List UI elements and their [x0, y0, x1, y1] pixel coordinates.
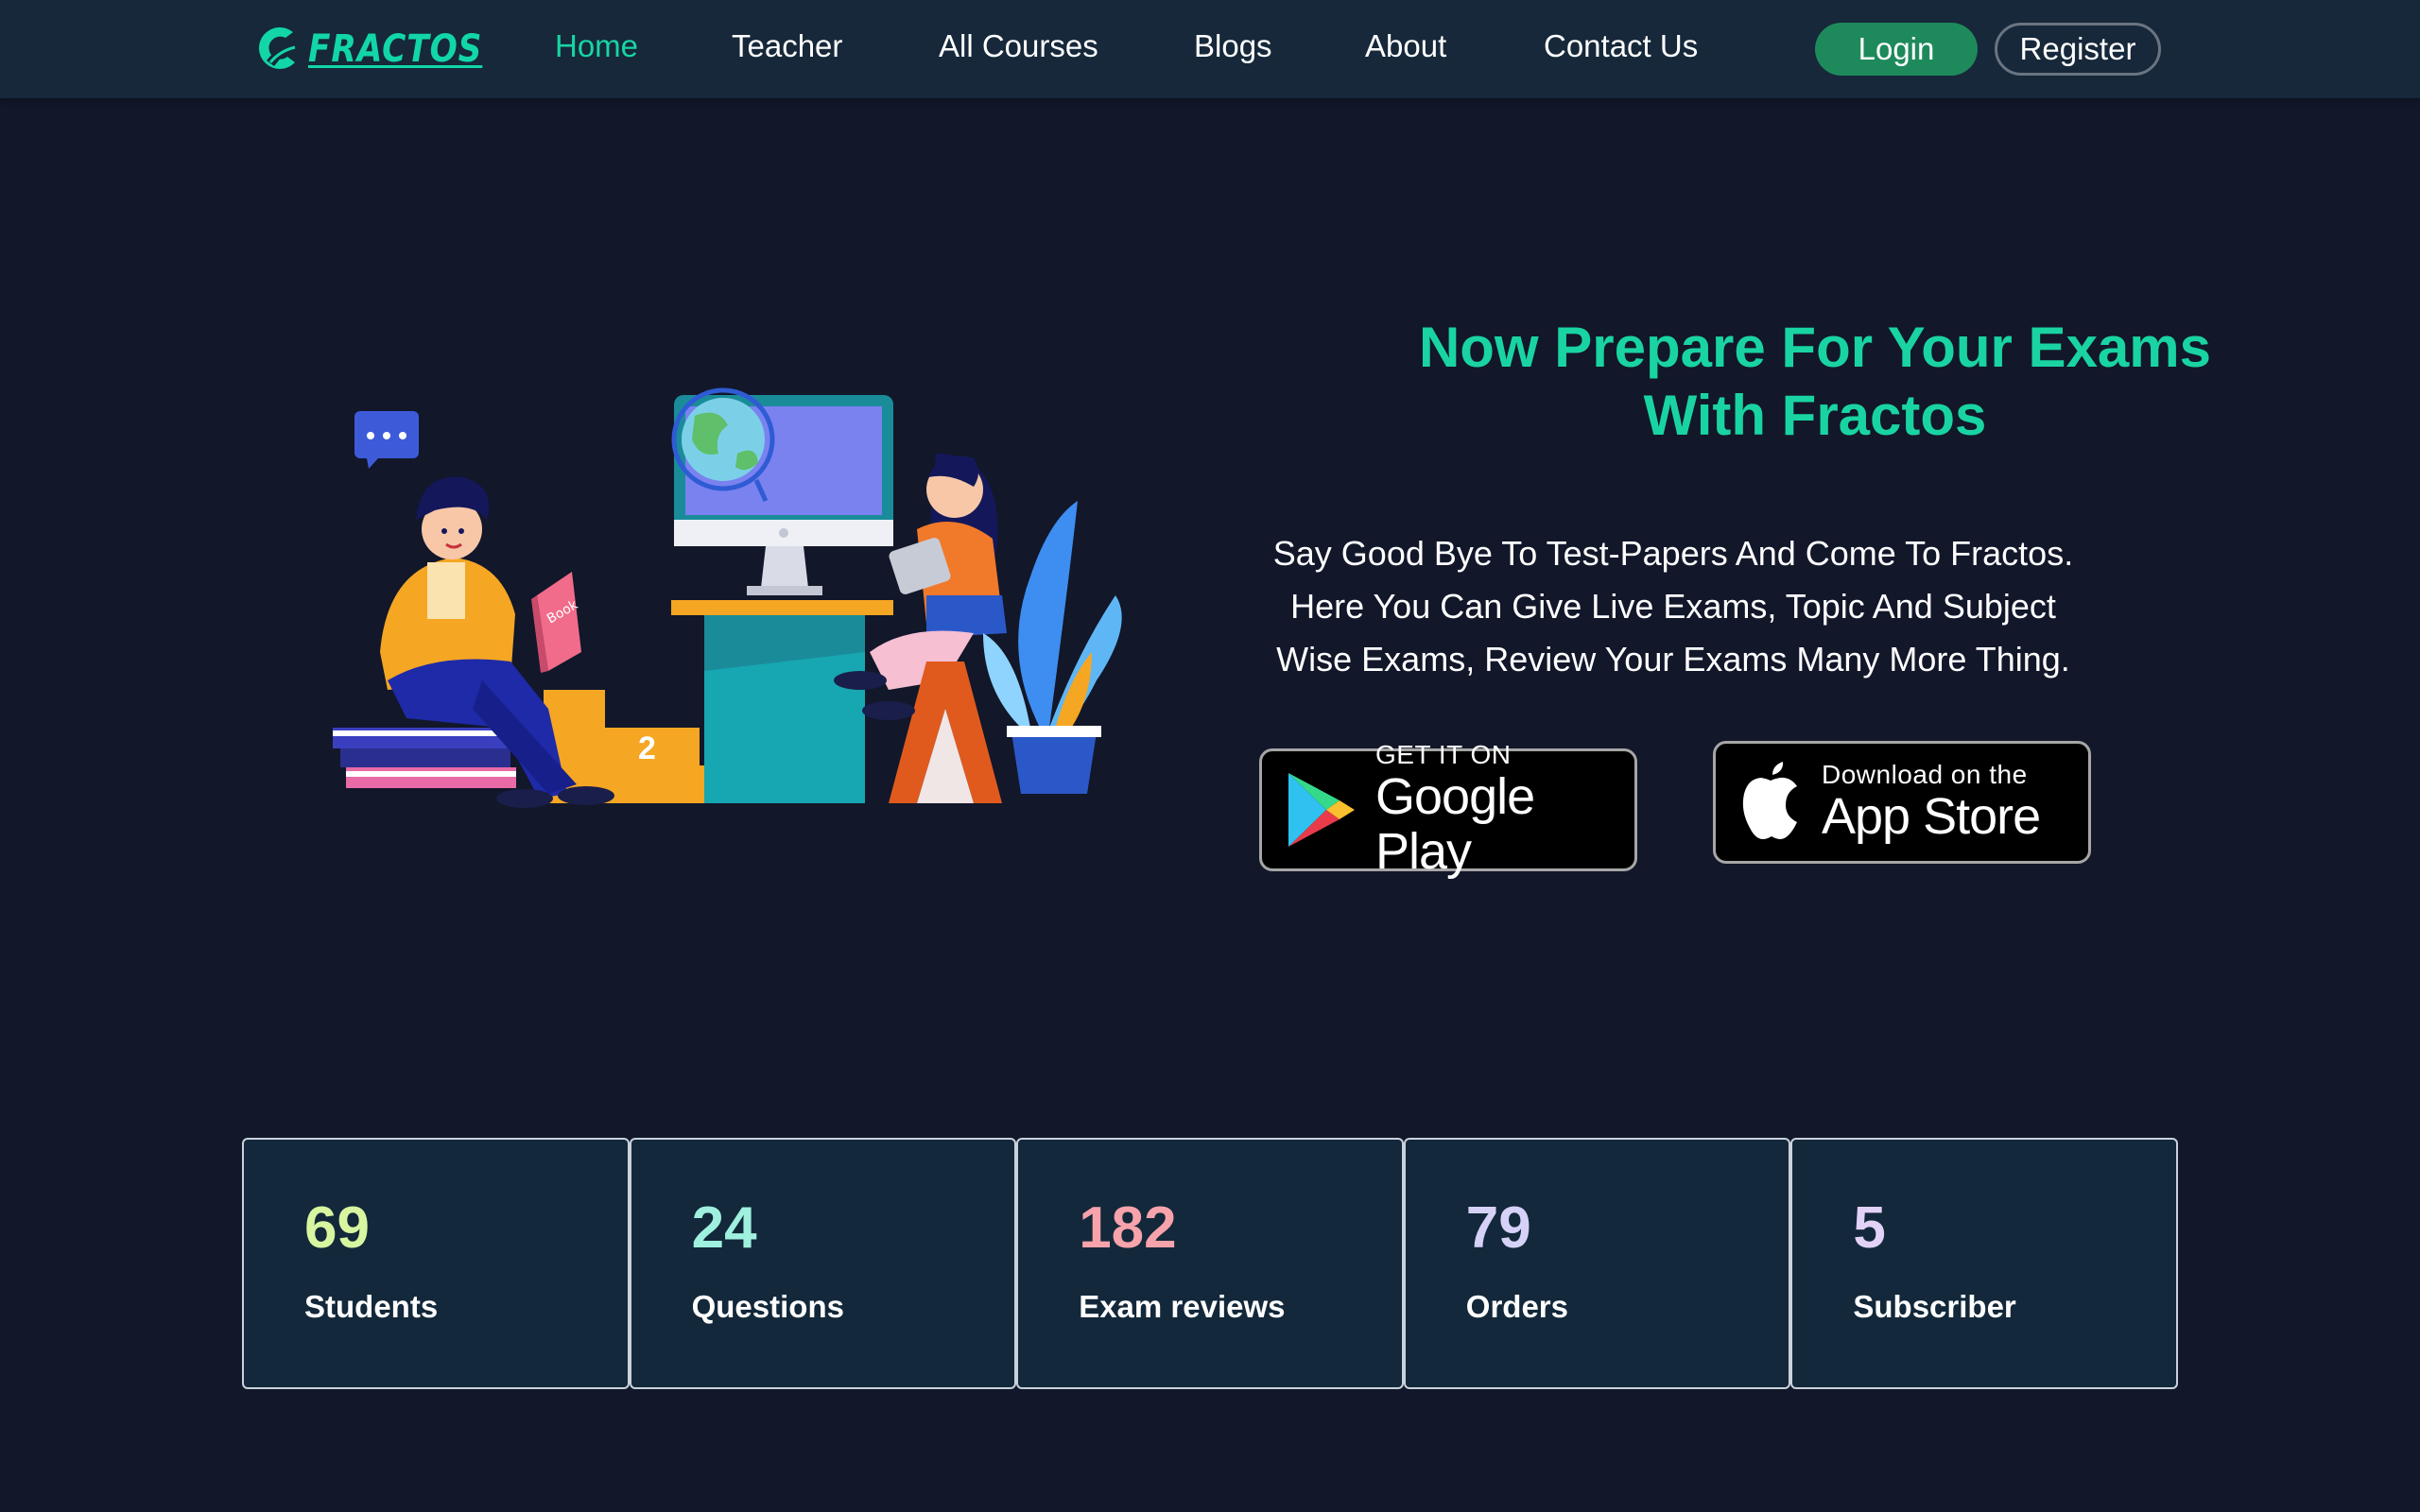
nav-all-courses[interactable]: All Courses: [939, 28, 1098, 64]
chat-bubble-icon: [354, 411, 419, 469]
stat-value: 5: [1853, 1195, 1886, 1261]
stat-label: Questions: [691, 1289, 844, 1324]
logo-text: FRACTOS: [308, 27, 483, 71]
hero-description: Say Good Bye To Test-Papers And Come To …: [1238, 527, 2108, 686]
stats-row: 69 Students 24 Questions 182 Exam review…: [242, 1138, 2178, 1389]
potted-plant: [983, 501, 1122, 794]
fractos-logo-icon: [258, 26, 299, 69]
stat-value: 24: [691, 1195, 757, 1261]
hero-title-line-2: With Fractos: [1643, 384, 1987, 447]
app-store-badge[interactable]: Download on the App Store: [1713, 741, 2091, 864]
stat-card-exam-reviews: 182 Exam reviews: [1016, 1138, 1404, 1389]
stat-value: 69: [304, 1195, 370, 1261]
hero-description-line-1: Say Good Bye To Test-Papers And Come To …: [1272, 534, 2074, 573]
stair-number-2: 2: [638, 730, 656, 766]
stat-card-subscriber: 5 Subscriber: [1790, 1138, 2178, 1389]
stat-card-students: 69 Students: [242, 1138, 630, 1389]
register-button[interactable]: Register: [1995, 23, 2161, 76]
stat-value: 182: [1079, 1195, 1177, 1261]
hero-title-line-1: Now Prepare For Your Exams: [1418, 316, 2212, 379]
books-stack: [333, 728, 516, 788]
app-store-small-text: Download on the: [1822, 760, 2028, 789]
stat-label: Orders: [1465, 1289, 1568, 1324]
google-play-badge[interactable]: GET IT ON Google Play: [1259, 741, 1637, 879]
hero-description-line-2: Here You Can Give Live Exams, Topic And …: [1290, 587, 2056, 626]
stat-card-orders: 79 Orders: [1403, 1138, 1791, 1389]
logo-link[interactable]: FRACTOS: [257, 23, 510, 76]
nav-about[interactable]: About: [1365, 28, 1446, 64]
hero-title: Now Prepare For Your Exams With Fractos: [1229, 314, 2401, 450]
stat-label: Students: [304, 1289, 439, 1324]
hero-illustration: 2 3 Book: [333, 387, 1122, 808]
apple-icon: [1742, 762, 1797, 839]
stat-value: 79: [1465, 1195, 1531, 1261]
stat-card-questions: 24 Questions: [629, 1138, 1017, 1389]
top-navbar: FRACTOS Home Teacher All Courses Blogs A…: [0, 0, 2420, 98]
nav-contact-us[interactable]: Contact Us: [1544, 28, 1698, 64]
nav-blogs[interactable]: Blogs: [1194, 28, 1272, 64]
google-play-icon: [1288, 773, 1355, 847]
stat-label: Subscriber: [1853, 1289, 2016, 1324]
login-button[interactable]: Login: [1815, 23, 1978, 76]
stat-label: Exam reviews: [1079, 1289, 1286, 1324]
hero-description-line-3: Wise Exams, Review Your Exams Many More …: [1276, 640, 2070, 679]
google-play-small-text: GET IT ON: [1375, 740, 1512, 769]
google-play-big-text: Google Play: [1375, 768, 1535, 880]
nav-teacher[interactable]: Teacher: [732, 28, 842, 64]
nav-home[interactable]: Home: [555, 28, 638, 64]
app-store-big-text: App Store: [1822, 788, 2041, 845]
